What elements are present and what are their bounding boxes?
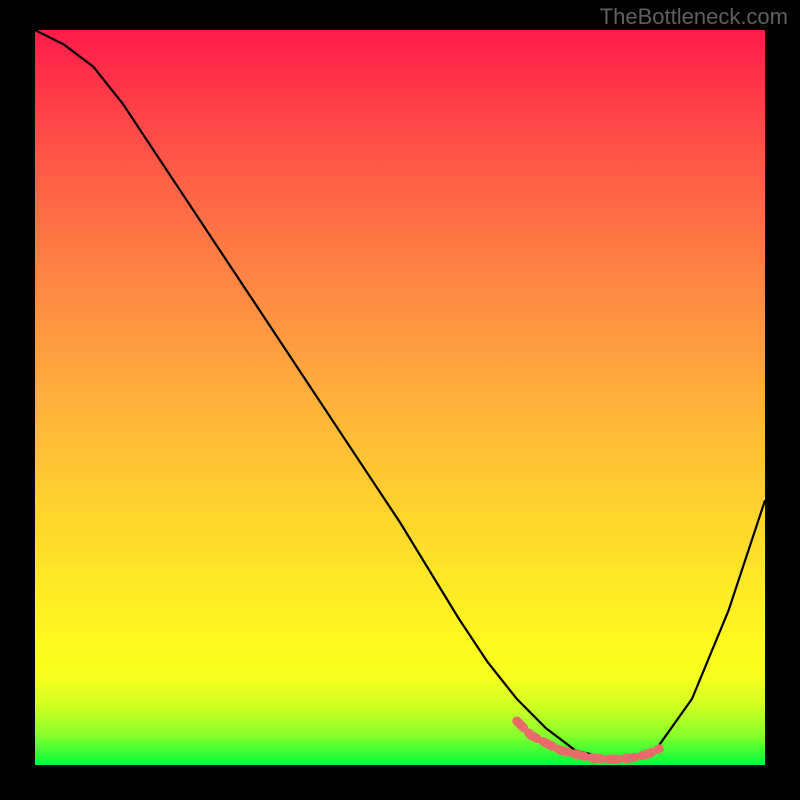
chart-plot-area [35,30,765,765]
bottleneck-curve-line [35,30,765,758]
watermark-text: TheBottleneck.com [600,4,788,30]
chart-svg [35,30,765,765]
